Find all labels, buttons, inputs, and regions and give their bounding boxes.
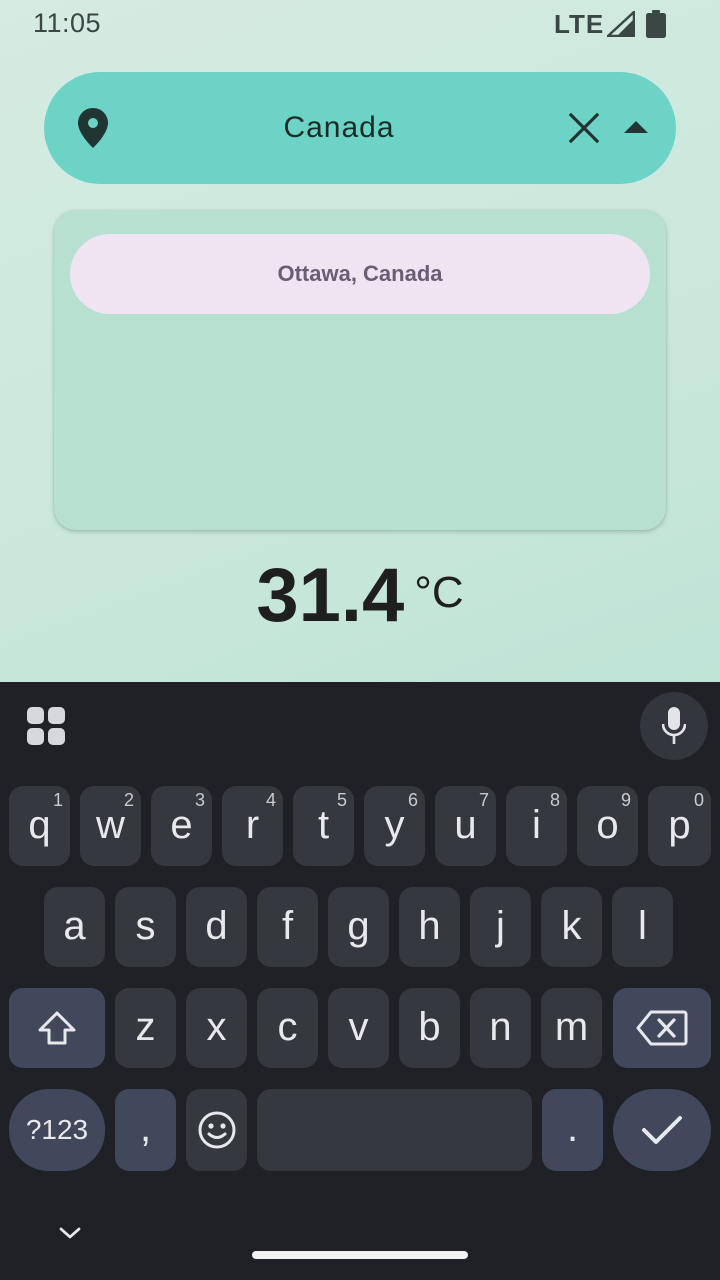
status-time: 11:05	[33, 8, 102, 38]
key-label: q	[28, 803, 51, 847]
backspace-icon	[636, 1010, 688, 1046]
key-c[interactable]: c	[257, 988, 318, 1068]
temperature-value: 31.4	[256, 553, 405, 638]
key-i[interactable]: i8	[506, 786, 567, 866]
key-v[interactable]: v	[328, 988, 389, 1068]
key-hint: 0	[693, 790, 704, 810]
key-hint: 8	[549, 790, 560, 810]
arrow-up-icon[interactable]	[624, 120, 648, 134]
key-label: w	[96, 803, 125, 847]
comma-key[interactable]: ,	[115, 1089, 176, 1171]
key-hint: 2	[123, 790, 134, 810]
key-hint: 7	[478, 790, 489, 810]
done-key[interactable]	[613, 1089, 711, 1171]
microphone-button[interactable]	[640, 692, 708, 760]
temperature-unit: °C	[414, 568, 464, 617]
key-w[interactable]: w2	[80, 786, 141, 866]
key-t[interactable]: t5	[293, 786, 354, 866]
key-u[interactable]: u7	[435, 786, 496, 866]
apps-grid-icon[interactable]	[25, 705, 67, 747]
key-r[interactable]: r4	[222, 786, 283, 866]
key-b[interactable]: b	[399, 988, 460, 1068]
key-label: r	[245, 803, 260, 847]
key-x[interactable]: x	[186, 988, 247, 1068]
network-type: LTE	[554, 9, 605, 39]
key-label: u	[454, 803, 477, 847]
microphone-icon	[662, 707, 686, 744]
key-q[interactable]: q1	[9, 786, 70, 866]
emoji-key[interactable]	[186, 1089, 247, 1171]
suggestions-dropdown: Ottawa, Canada	[54, 210, 666, 530]
status-bar: 11:05 LTE	[0, 0, 720, 48]
key-j[interactable]: j	[470, 887, 531, 967]
location-search-bar[interactable]: Canada	[44, 72, 676, 184]
key-label: i	[532, 803, 541, 847]
shift-key[interactable]	[9, 988, 105, 1068]
key-g[interactable]: g	[328, 887, 389, 967]
key-hint: 5	[336, 790, 347, 810]
space-key[interactable]	[257, 1089, 532, 1171]
key-p[interactable]: p0	[648, 786, 711, 866]
key-hint: 6	[407, 790, 418, 810]
backspace-key[interactable]	[613, 988, 711, 1068]
checkmark-icon	[642, 1116, 682, 1144]
shift-icon	[38, 1011, 76, 1045]
key-o[interactable]: o9	[577, 786, 638, 866]
signal-icon	[607, 11, 635, 37]
chevron-down-icon[interactable]	[58, 1226, 82, 1240]
temperature-display: 31.4 °C	[0, 552, 720, 639]
suggestion-item[interactable]: Ottawa, Canada	[70, 234, 650, 314]
key-label: y	[384, 803, 405, 847]
emoji-icon	[198, 1111, 235, 1149]
weather-app-screen: 11:05 LTE Canada Ottawa, Canada 31.4°C	[0, 0, 720, 1280]
key-label: o	[596, 803, 619, 847]
key-h[interactable]: h	[399, 887, 460, 967]
key-hint: 1	[52, 790, 63, 810]
key-y[interactable]: y6	[364, 786, 425, 866]
key-a[interactable]: a	[44, 887, 105, 967]
close-icon[interactable]	[568, 112, 600, 144]
key-z[interactable]: z	[115, 988, 176, 1068]
key-hint: 9	[620, 790, 631, 810]
key-label: t	[317, 803, 330, 847]
key-hint: 3	[194, 790, 205, 810]
key-f[interactable]: f	[257, 887, 318, 967]
key-k[interactable]: k	[541, 887, 602, 967]
key-label: p	[668, 803, 691, 847]
key-label: e	[170, 803, 193, 847]
key-n[interactable]: n	[470, 988, 531, 1068]
navigation-handle[interactable]	[252, 1251, 468, 1259]
key-e[interactable]: e3	[151, 786, 212, 866]
key-d[interactable]: d	[186, 887, 247, 967]
battery-icon	[646, 10, 666, 38]
symbols-key[interactable]: ?123	[9, 1089, 105, 1171]
search-input[interactable]: Canada	[44, 72, 634, 184]
key-m[interactable]: m	[541, 988, 602, 1068]
soft-keyboard: q1 w2 e3 r4 t5 y6 u7 i8 o9 p0 a s d f g …	[0, 682, 720, 1280]
key-hint: 4	[265, 790, 276, 810]
period-key[interactable]: .	[542, 1089, 603, 1171]
key-s[interactable]: s	[115, 887, 176, 967]
key-l[interactable]: l	[612, 887, 673, 967]
